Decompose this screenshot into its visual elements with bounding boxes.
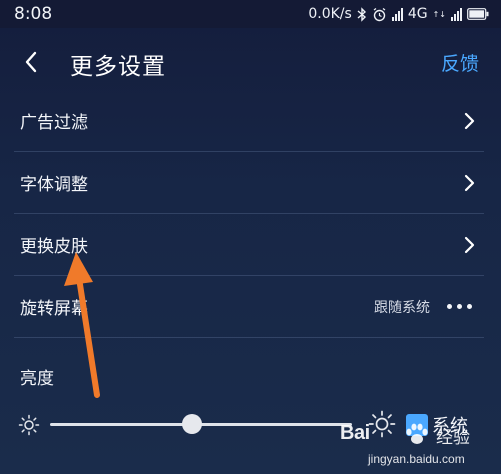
settings-item-label: 广告过滤 [20, 113, 88, 133]
sun-large-icon [368, 410, 396, 438]
brightness-label: 亮度 [20, 369, 54, 389]
sun-small-icon [18, 414, 40, 436]
settings-item-font-size[interactable]: 字体调整 [14, 152, 484, 214]
network-type: 4G [407, 6, 428, 22]
watermark-jingyan: 经验 [436, 428, 470, 448]
page-title: 更多设置 [70, 54, 166, 80]
bluetooth-icon [357, 6, 366, 22]
battery-icon [467, 8, 489, 20]
signal-icon-2 [451, 7, 462, 21]
network-speed: 0.0K/s [308, 6, 352, 22]
paw-icon [406, 423, 428, 444]
alarm-icon [373, 7, 386, 21]
settings-item-label: 字体调整 [20, 175, 88, 195]
watermark-logo: Bai [340, 422, 370, 444]
brightness-slider-thumb[interactable] [181, 414, 202, 434]
app-header: 更多设置 反馈 [0, 28, 501, 96]
settings-item-change-skin[interactable]: 更换皮肤 [14, 214, 484, 276]
chevron-left-icon[interactable] [20, 50, 44, 74]
settings-item-label: 旋转屏幕 [20, 299, 88, 319]
status-icons: 0.0K/s 4G ↑↓ [308, 6, 489, 22]
chevron-right-icon [464, 236, 475, 254]
more-horizontal-icon[interactable] [447, 304, 472, 309]
feedback-button[interactable]: 反馈 [441, 49, 479, 76]
chevron-right-icon [464, 112, 475, 130]
settings-item-rotate-screen[interactable]: 旋转屏幕 跟随系统 [14, 276, 484, 338]
status-bar: 8:08 0.0K/s 4G ↑↓ [0, 0, 501, 28]
settings-item-label: 更换皮肤 [20, 237, 88, 257]
settings-item-ad-filter[interactable]: 广告过滤 [14, 90, 484, 152]
signal-icon [391, 7, 403, 21]
rotate-screen-value: 跟随系统 [374, 299, 430, 316]
network-suffix: ↑↓ [432, 9, 446, 19]
status-time: 8:08 [14, 4, 53, 24]
chevron-right-icon [464, 174, 475, 192]
watermark-url: jingyan.baidu.com [368, 452, 465, 466]
